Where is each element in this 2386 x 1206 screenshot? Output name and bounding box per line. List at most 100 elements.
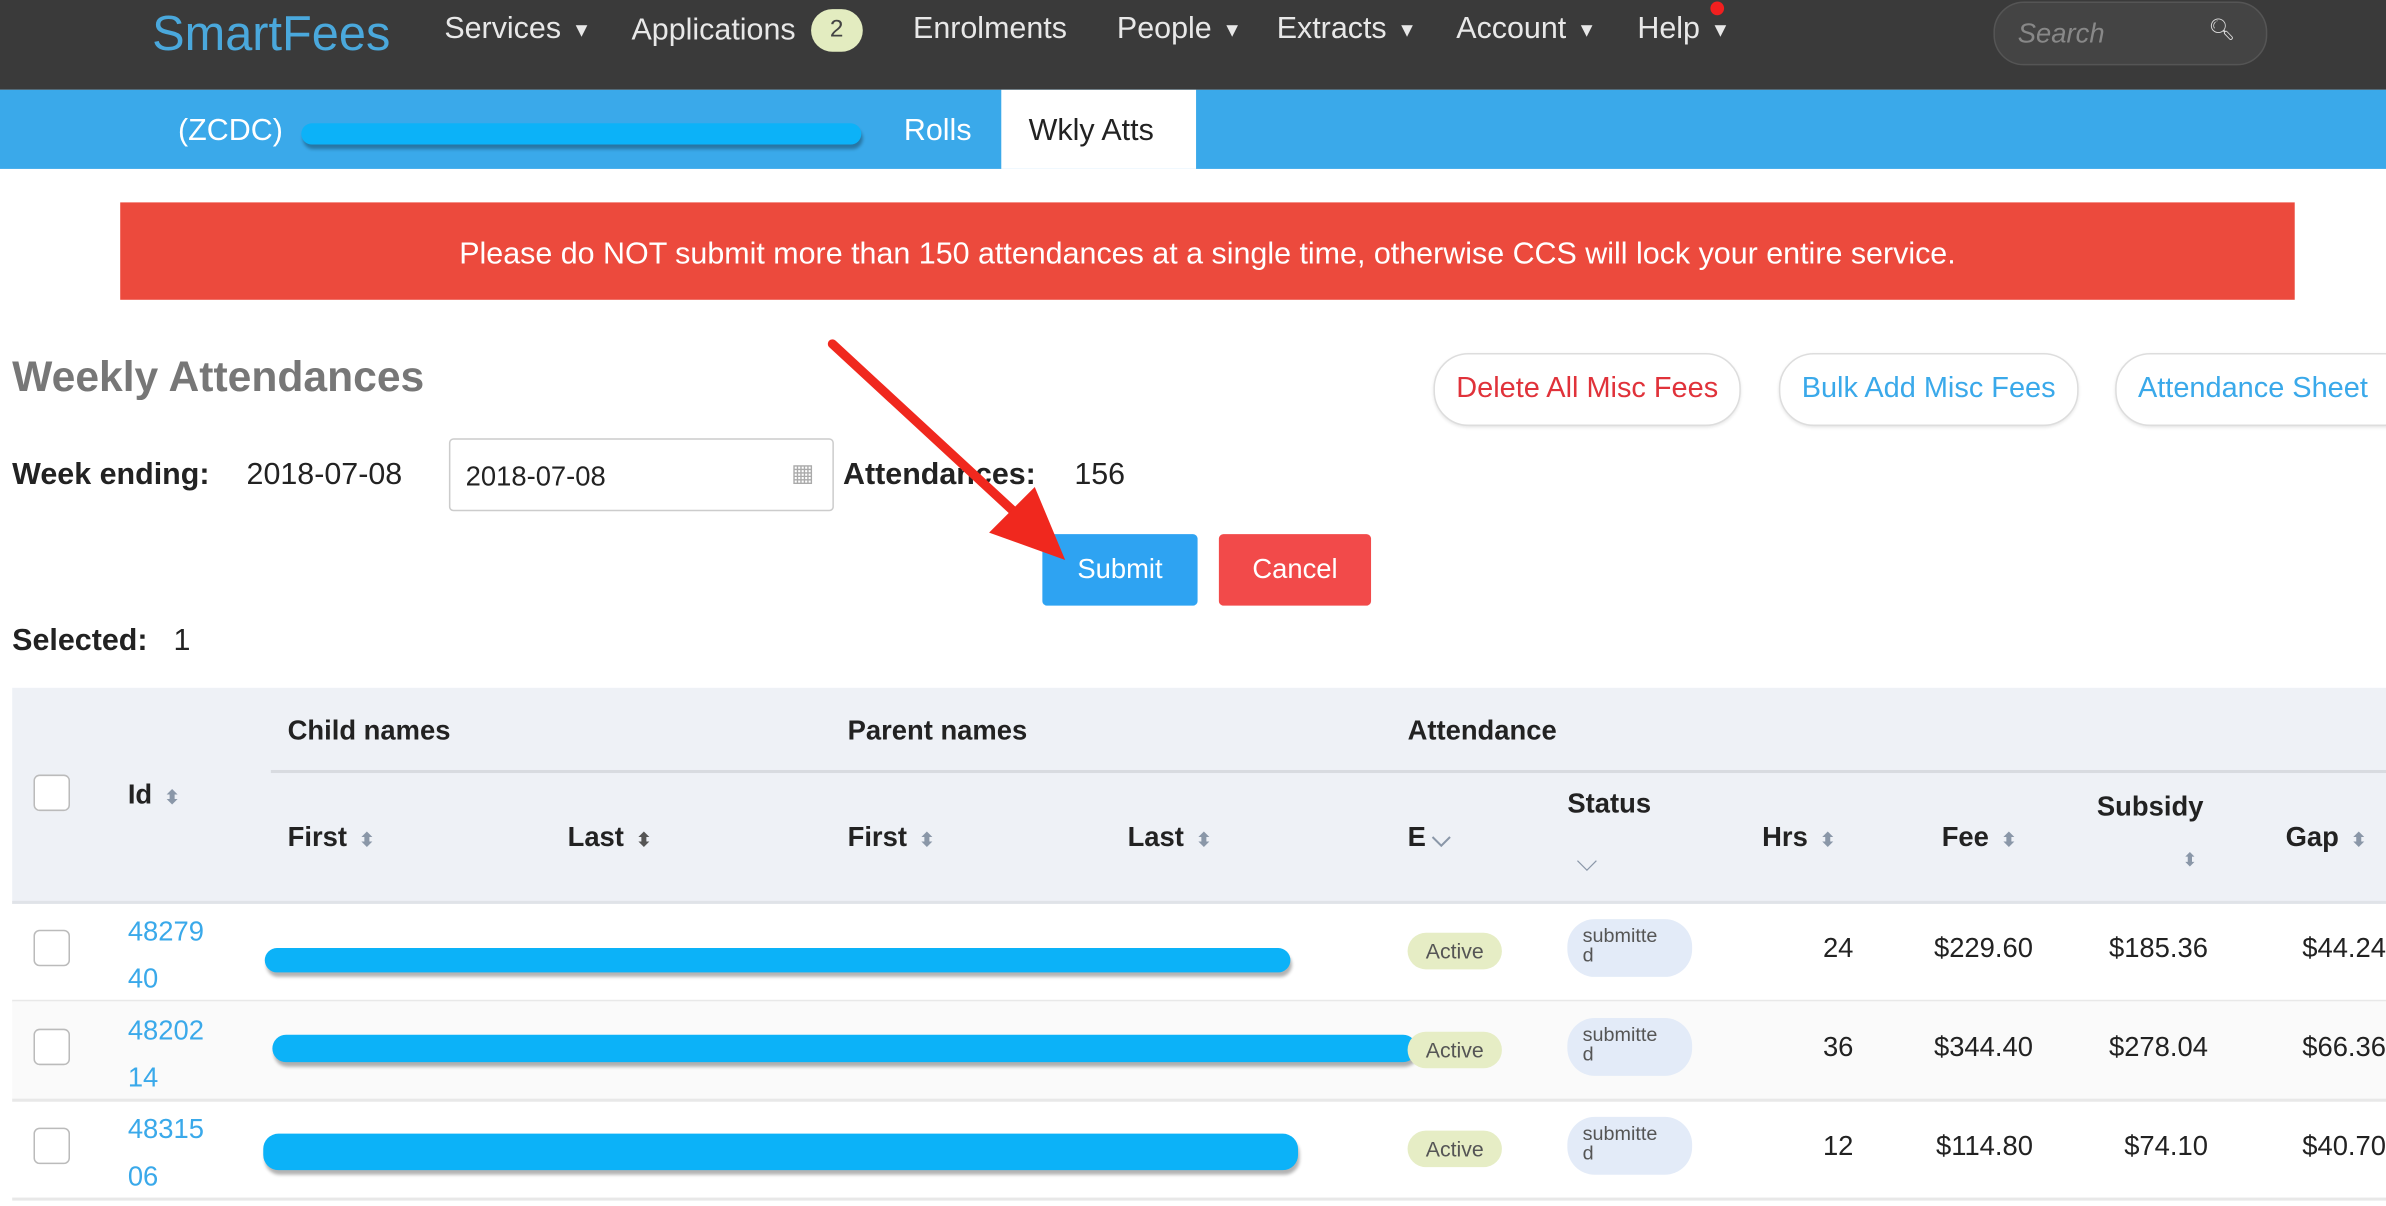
sort-icon: ⬍	[359, 829, 375, 851]
page-title: Weekly Attendances	[12, 353, 425, 401]
col-label: Id	[127, 779, 153, 810]
col-parent-first[interactable]: First ⬍	[848, 822, 935, 854]
row-checkbox[interactable]	[33, 1127, 70, 1165]
week-ending-value: 2018-07-08	[246, 458, 403, 492]
nav-people[interactable]: People ▼	[1117, 12, 1242, 47]
tab-rolls[interactable]: Rolls	[904, 114, 972, 149]
nav-label: People	[1116, 12, 1212, 46]
nav-label: Extracts	[1276, 12, 1387, 46]
id-link[interactable]: 48279 40	[128, 908, 235, 1002]
logo[interactable]: SmartFees	[152, 6, 390, 62]
bulk-add-misc-fees-button[interactable]: Bulk Add Misc Fees	[1778, 353, 2079, 427]
col-id[interactable]: Id ⬍	[128, 779, 180, 811]
col-label: Hrs	[1762, 821, 1808, 853]
tab-label: Wkly Atts	[1028, 114, 1154, 148]
table-row[interactable]: 48279 40 Active submitte d 24 $229.60 $185…	[12, 902, 2386, 1003]
col-label: First	[847, 821, 907, 853]
col-status[interactable]: Status	[1567, 788, 1651, 820]
caret-down-icon: ▼	[571, 18, 592, 42]
submit-button[interactable]: Submit	[1042, 534, 1198, 606]
enrolment-badge: Active	[1407, 1130, 1502, 1168]
gap-cell: $40.70	[2302, 1130, 2386, 1162]
fee-cell: $229.60	[1933, 932, 2033, 964]
id-link[interactable]: 48315 06	[128, 1106, 235, 1200]
sort-icon: ⬍	[919, 829, 935, 851]
nav-label: Applications	[631, 12, 796, 47]
col-label: Gap	[2285, 821, 2339, 853]
col-label: Fee	[1941, 821, 1989, 853]
delete-all-misc-fees-button[interactable]: Delete All Misc Fees	[1433, 353, 1742, 427]
attendance-sheet-button[interactable]: Attendance Sheet	[2115, 353, 2386, 427]
col-enrolment[interactable]: E ⌵	[1408, 822, 1451, 854]
caret-down-icon: ▼	[1576, 18, 1597, 42]
hrs-cell: 24	[1822, 932, 1854, 964]
table-header: Id ⬍ Child names Parent names Attendance …	[12, 687, 2386, 904]
nav-enrolments[interactable]: Enrolments	[913, 12, 1067, 47]
caret-down-icon: ▼	[1222, 18, 1242, 42]
sort-icon: ⬍	[1819, 829, 1836, 851]
group-parent-names: Parent names	[847, 715, 1028, 746]
col-gap[interactable]: Gap ⬍	[2286, 822, 2367, 854]
status-badge: submitte d	[1567, 919, 1693, 977]
date-value: 2018-07-08	[465, 461, 606, 492]
redaction-bar	[301, 123, 862, 145]
week-ending-date-input[interactable]: 2018-07-08 ▦	[448, 438, 834, 512]
col-label: E	[1407, 821, 1426, 853]
nav-services[interactable]: Services ▼	[444, 12, 591, 47]
chevron-down-icon[interactable]: ⌵	[1576, 846, 1597, 878]
notification-dot	[1710, 1, 1725, 16]
col-fee[interactable]: Fee ⬍	[1942, 822, 2017, 854]
nav-extracts[interactable]: Extracts ▼	[1277, 12, 1417, 47]
gap-cell: $66.36	[2302, 1031, 2386, 1063]
col-subsidy[interactable]: Subsidy	[2097, 791, 2204, 823]
applications-badge: 2	[810, 9, 863, 52]
search-placeholder: Search	[2017, 18, 2105, 49]
col-label: Status	[1567, 788, 1652, 819]
row-checkbox[interactable]	[33, 929, 70, 967]
col-hrs[interactable]: Hrs ⬍	[1762, 822, 1835, 854]
nav-label: Help	[1637, 12, 1700, 46]
selected-label: Selected:	[12, 623, 148, 658]
enrolment-badge: Active	[1407, 1031, 1502, 1069]
fee-cell: $344.40	[1933, 1031, 2033, 1063]
search-input[interactable]: Search 🔍︎	[1993, 1, 2268, 66]
nav-help[interactable]: Help ▼	[1637, 12, 1730, 47]
service-name[interactable]: (ZCDC)	[178, 114, 283, 149]
subsidy-cell: $74.10	[2124, 1130, 2208, 1162]
col-child-last[interactable]: Last ⬍	[568, 822, 652, 854]
group-attendance: Attendance	[1407, 715, 1557, 746]
search-icon[interactable]: 🔍︎	[2208, 17, 2235, 43]
subsidy-cell: $185.36	[2108, 932, 2208, 964]
nav-account[interactable]: Account ▼	[1456, 12, 1596, 47]
col-parent-last[interactable]: Last ⬍	[1128, 822, 1212, 854]
chevron-down-icon[interactable]: ⌵	[1432, 826, 1450, 852]
attendances-count: 156	[1074, 458, 1126, 492]
nav-label: Account	[1456, 12, 1567, 46]
tab-wkly-atts[interactable]: Wkly Atts	[1001, 89, 1197, 169]
cancel-button[interactable]: Cancel	[1218, 534, 1372, 606]
redaction-bar	[263, 1133, 1299, 1171]
attendances-label: Attendances:	[843, 458, 1036, 492]
redaction-bar	[272, 1034, 1417, 1063]
select-all-checkbox[interactable]	[33, 774, 70, 812]
sort-icon: ⬍	[1196, 829, 1212, 851]
redaction-bar	[264, 948, 1291, 973]
fee-cell: $114.80	[1936, 1130, 2033, 1162]
table-row[interactable]: 48202 14 Active submitte d 36 $344.40 $278…	[12, 1001, 2386, 1102]
col-child-first[interactable]: First ⬍	[288, 822, 375, 854]
id-link[interactable]: 48202 14	[128, 1007, 235, 1101]
group-divider	[270, 769, 2386, 774]
sort-asc-icon: ⬍	[636, 829, 652, 851]
hrs-cell: 12	[1822, 1130, 1854, 1162]
sort-icon: ⬍	[2351, 829, 2367, 851]
nav-label: Services	[444, 12, 562, 46]
caret-down-icon: ▼	[1397, 18, 1417, 42]
sort-icon[interactable]: ⬍	[2182, 849, 2197, 870]
calendar-icon[interactable]: ▦	[791, 458, 814, 488]
sub-navbar: (ZCDC) Rolls Wkly Atts	[0, 89, 2386, 169]
table-row[interactable]: 48315 06 Active submitte d 12 $114.80 $74.…	[12, 1100, 2386, 1201]
row-checkbox[interactable]	[33, 1028, 70, 1066]
subsidy-cell: $278.04	[2108, 1031, 2208, 1063]
week-ending-label: Week ending:	[12, 458, 210, 492]
nav-applications[interactable]: Applications 2	[632, 9, 863, 52]
